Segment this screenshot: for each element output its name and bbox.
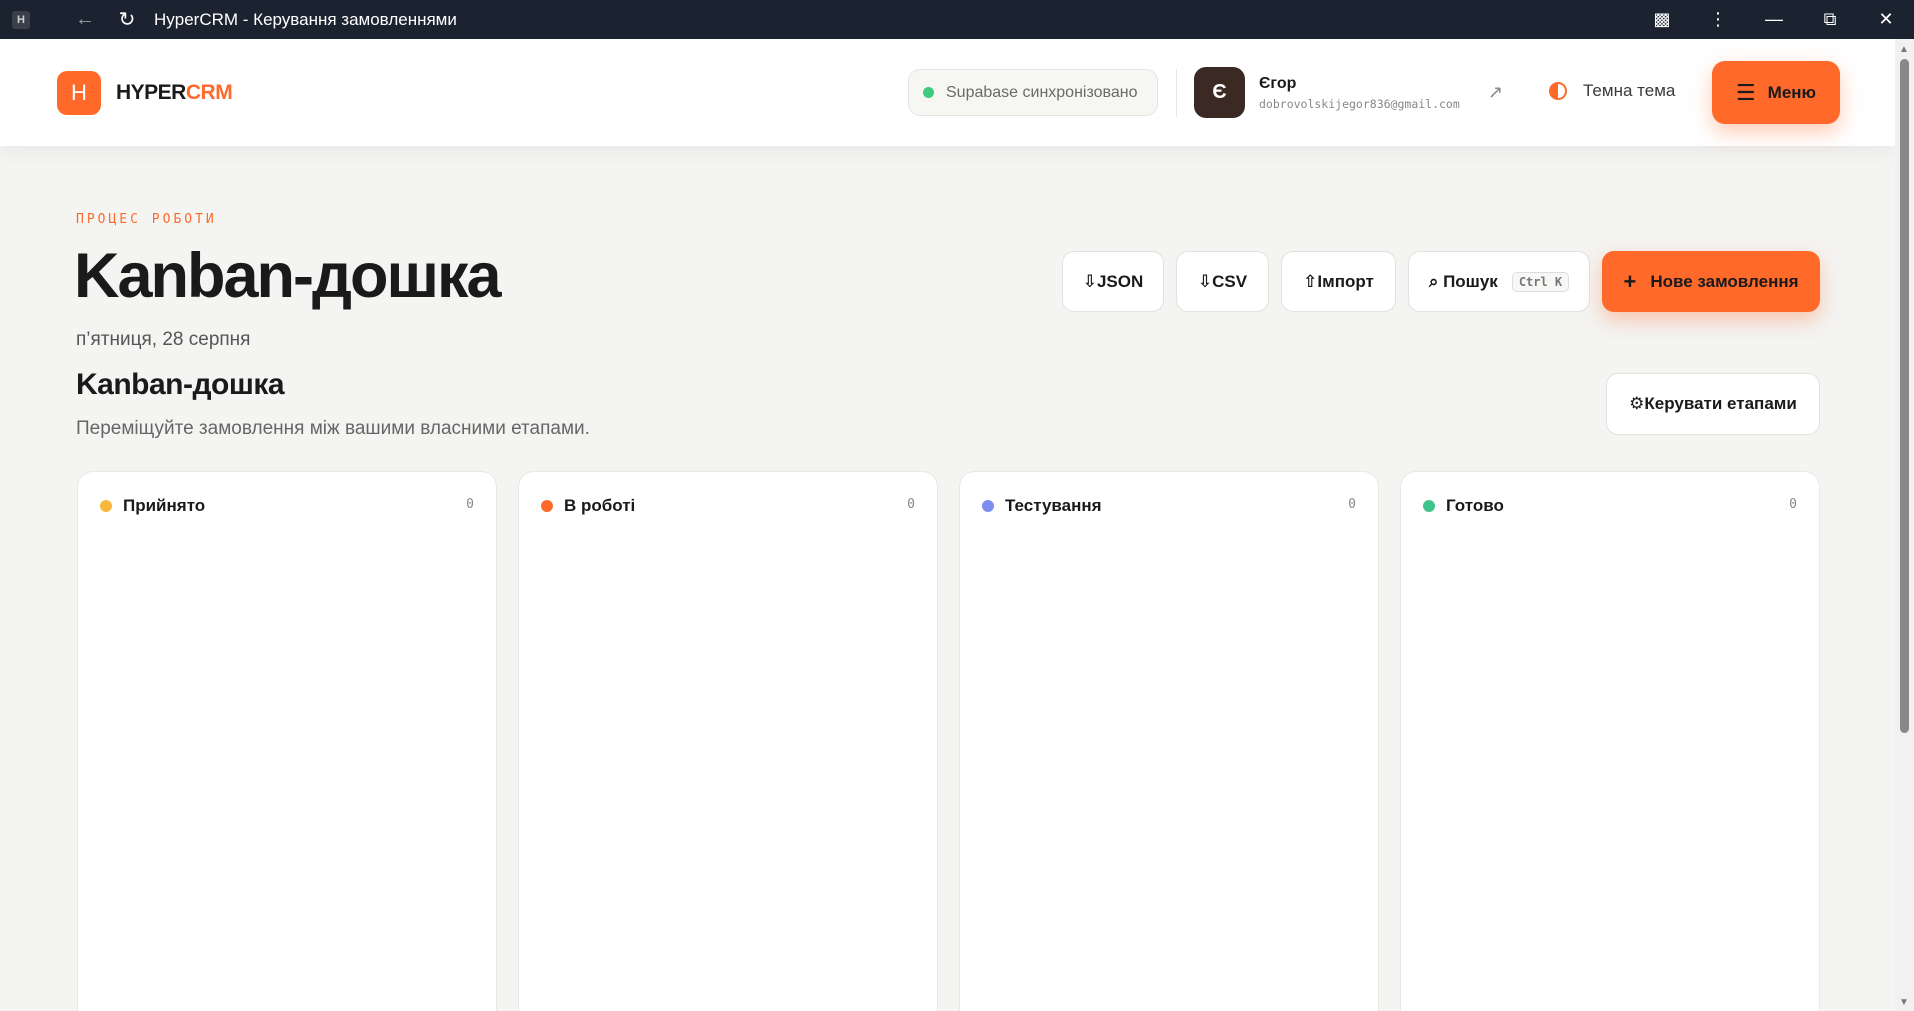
column-title: Тестування xyxy=(1005,496,1102,515)
column-count: 0 xyxy=(466,497,474,512)
user-email: dobrovolskijegor836@gmail.com xyxy=(1259,97,1460,111)
kanban-column-accepted[interactable]: Прийнято 0 xyxy=(77,471,497,1011)
reload-icon[interactable]: ↻ xyxy=(112,5,142,35)
back-icon[interactable]: ← xyxy=(70,5,100,35)
new-order-label: Нове замовлення xyxy=(1650,271,1799,291)
logo-text[interactable]: HYPERCRM xyxy=(116,81,233,105)
half-circle-icon xyxy=(1549,82,1567,100)
logo-text-hyper: HYPER xyxy=(116,81,186,104)
user-name: Єгор xyxy=(1259,75,1297,92)
restore-icon[interactable]: ⧉ xyxy=(1802,5,1858,35)
search-button[interactable]: ⌕ Пошук Ctrl K xyxy=(1408,251,1590,312)
plus-icon: + xyxy=(1623,268,1637,294)
manage-stages-button[interactable]: ⚙Керувати етапами xyxy=(1606,373,1820,435)
kanban-column-in-progress[interactable]: В роботі 0 xyxy=(518,471,938,1011)
header-divider xyxy=(1176,69,1177,117)
menu-button-label: Меню xyxy=(1767,82,1817,102)
theme-toggle-label: Темна тема xyxy=(1583,81,1676,100)
browser-titlebar: H ← ↻ HyperCRM - Керування замовленнями … xyxy=(0,0,1914,39)
page-scrollbar[interactable]: ▲ ▼ xyxy=(1895,39,1914,1011)
page-eyebrow: ПРОЦЕС РОБОТИ xyxy=(76,212,217,227)
column-count: 0 xyxy=(1789,497,1797,512)
scrollbar-thumb[interactable] xyxy=(1900,59,1909,733)
section-title: Kanban-дошка xyxy=(76,368,285,401)
scroll-down-arrow-icon[interactable]: ▼ xyxy=(1899,997,1909,1008)
column-count: 0 xyxy=(1348,497,1356,512)
column-title: Прийнято xyxy=(123,496,206,515)
logo-mark[interactable]: H xyxy=(57,71,101,115)
column-title: Готово xyxy=(1446,496,1504,515)
column-status-dot-icon xyxy=(541,500,553,512)
column-title: В роботі xyxy=(564,496,636,515)
close-icon[interactable]: ✕ xyxy=(1858,5,1914,35)
favicon: H xyxy=(12,10,30,29)
section-subtitle: Переміщуйте замовлення між вашими власни… xyxy=(76,418,590,439)
export-json-button[interactable]: ⇩JSON xyxy=(1062,251,1164,312)
hamburger-icon: ☰ xyxy=(1735,79,1756,105)
sync-status-label: Supabase синхронізовано xyxy=(946,83,1138,101)
search-button-label: ⌕ Пошук xyxy=(1428,271,1498,291)
export-csv-button[interactable]: ⇩CSV xyxy=(1176,251,1269,312)
external-link-icon[interactable]: ↗ xyxy=(1488,82,1503,103)
app-header: H HYPERCRM Supabase синхронізовано Є Єго… xyxy=(0,39,1895,146)
kanban-column-testing[interactable]: Тестування 0 xyxy=(959,471,1379,1011)
minimize-icon[interactable]: — xyxy=(1746,5,1802,35)
kebab-icon[interactable]: ⋮ xyxy=(1690,5,1746,35)
window-title: HyperCRM - Керування замовленнями xyxy=(154,9,457,29)
page-title: Kanban-дошка xyxy=(74,241,502,311)
extensions-icon[interactable]: ▩ xyxy=(1634,5,1690,35)
import-button[interactable]: ⇧Імпорт xyxy=(1281,251,1396,312)
new-order-button[interactable]: + Нове замовлення xyxy=(1602,251,1820,312)
column-status-dot-icon xyxy=(1423,500,1435,512)
kanban-column-done[interactable]: Готово 0 xyxy=(1400,471,1820,1011)
scroll-up-arrow-icon[interactable]: ▲ xyxy=(1899,44,1909,55)
column-status-dot-icon xyxy=(982,500,994,512)
page-date: п’ятниця, 28 серпня xyxy=(76,329,251,350)
theme-toggle[interactable]: Темна тема xyxy=(1549,81,1675,101)
sync-status-dot-icon xyxy=(923,87,934,98)
menu-button[interactable]: ☰ Меню xyxy=(1712,61,1840,124)
search-shortcut-hint: Ctrl K xyxy=(1511,271,1570,292)
sync-status-badge: Supabase синхронізовано xyxy=(908,69,1158,116)
column-count: 0 xyxy=(907,497,915,512)
avatar[interactable]: Є xyxy=(1194,67,1245,118)
logo-text-crm: CRM xyxy=(185,81,233,104)
column-status-dot-icon xyxy=(100,500,112,512)
